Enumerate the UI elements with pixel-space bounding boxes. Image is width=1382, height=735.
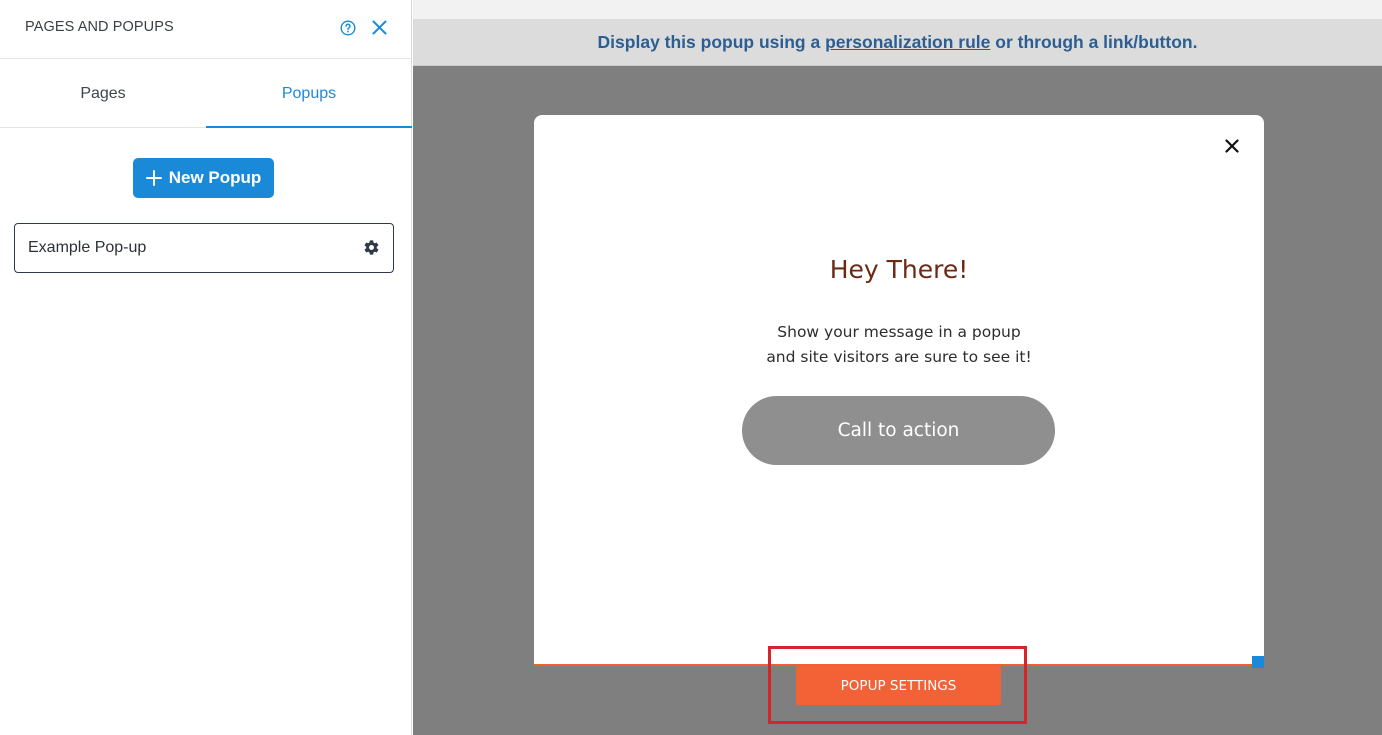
call-to-action-button[interactable]: Call to action (742, 396, 1055, 465)
info-bar-suffix: or through a link/button. (990, 32, 1198, 52)
help-icon[interactable] (340, 20, 356, 36)
info-bar: Display this popup using a personalizati… (413, 19, 1382, 66)
pages-and-popups-panel: PAGES AND POPUPS Pages Popups New Popup … (0, 0, 412, 735)
popup-message[interactable]: Show your message in a popup and site vi… (534, 320, 1264, 370)
personalization-rule-link[interactable]: personalization rule (825, 32, 990, 52)
popup-message-line-2: and site visitors are sure to see it! (766, 348, 1032, 366)
panel-title: PAGES AND POPUPS (25, 19, 174, 35)
info-bar-prefix: Display this popup using a (597, 32, 826, 52)
gear-icon[interactable] (363, 239, 380, 256)
tab-pages[interactable]: Pages (0, 60, 206, 127)
new-popup-button[interactable]: New Popup (133, 158, 274, 198)
editor-canvas: Display this popup using a personalizati… (413, 0, 1382, 735)
popup-message-line-1: Show your message in a popup (777, 323, 1021, 341)
resize-handle[interactable] (1252, 656, 1264, 668)
plus-icon (145, 170, 162, 186)
new-popup-label: New Popup (168, 168, 262, 187)
popup-preview[interactable]: Hey There! Show your message in a popup … (534, 115, 1264, 666)
close-icon[interactable] (371, 19, 388, 36)
popup-close-icon[interactable] (1225, 139, 1239, 153)
popup-settings-button[interactable]: POPUP SETTINGS (796, 666, 1001, 705)
popup-list-item[interactable]: Example Pop-up (14, 223, 394, 273)
popup-heading[interactable]: Hey There! (534, 255, 1264, 284)
popup-list-item-label: Example Pop-up (28, 239, 147, 256)
tab-popups[interactable]: Popups (206, 60, 412, 128)
editor-top-strip (413, 0, 1382, 19)
panel-tabs: Pages Popups (0, 60, 412, 128)
panel-header: PAGES AND POPUPS (0, 0, 411, 59)
